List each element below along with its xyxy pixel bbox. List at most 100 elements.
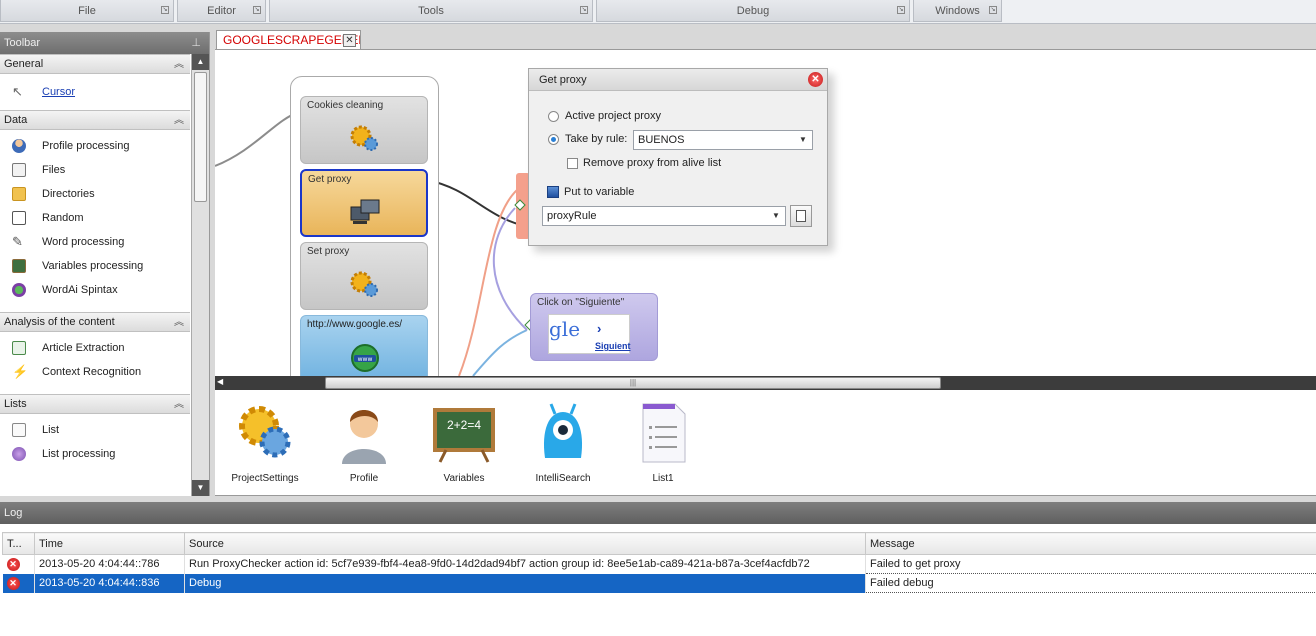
close-tab-icon[interactable]: ✕ xyxy=(343,34,356,47)
item-label: Random xyxy=(42,212,84,224)
launcher-icon[interactable]: ↘ xyxy=(161,6,169,14)
chevron-down-icon[interactable]: ▼ xyxy=(769,207,783,225)
collapse-icon[interactable]: ︽ xyxy=(174,313,184,332)
col-source[interactable]: Source xyxy=(184,532,866,555)
copy-button[interactable] xyxy=(790,205,812,227)
ribbon-group-file[interactable]: File ↘ xyxy=(0,0,174,22)
page-preview: gle › Siguient xyxy=(548,314,631,354)
ribbon-group-debug[interactable]: Debug ↘ xyxy=(596,0,910,22)
dialog-title: Get proxy xyxy=(539,74,587,86)
block-label: Cookies cleaning xyxy=(307,100,384,111)
ribbon-tools-label: Tools xyxy=(418,5,444,17)
resource-label: ProjectSettings xyxy=(231,473,299,484)
scroll-down-icon[interactable]: ▼ xyxy=(192,480,209,496)
toolbar-item-cursor[interactable]: ↖ Cursor xyxy=(0,80,190,104)
launcher-icon[interactable]: ↘ xyxy=(580,6,588,14)
chevron-down-icon[interactable]: ▼ xyxy=(796,131,810,149)
section-title: Analysis of the content xyxy=(4,316,115,328)
col-type[interactable]: T... xyxy=(2,532,35,555)
item-label: Variables processing xyxy=(42,260,144,272)
save-icon[interactable] xyxy=(547,186,559,198)
radio-rule-label: Take by rule: xyxy=(565,133,628,145)
block-label: Get proxy xyxy=(308,174,352,185)
collapse-icon[interactable]: ︽ xyxy=(174,111,184,130)
siguiente-link: Siguient xyxy=(595,341,631,351)
close-icon[interactable]: ✕ xyxy=(808,72,823,87)
cursor-icon: ↖ xyxy=(12,84,23,99)
toolbar-scrollbar[interactable]: ▲ ▼ xyxy=(191,54,209,496)
cursor-link[interactable]: Cursor xyxy=(42,86,75,98)
col-time[interactable]: Time xyxy=(34,532,185,555)
log-row[interactable]: ✕ 2013-05-20 4:04:44::786 Run ProxyCheck… xyxy=(2,554,1316,574)
log-time: 2013-05-20 4:04:44::786 xyxy=(34,554,185,574)
block-set-proxy[interactable]: Set proxy xyxy=(300,242,428,310)
variable-select[interactable]: proxyRule ▼ xyxy=(542,206,786,226)
scroll-up-icon[interactable]: ▲ xyxy=(192,54,209,70)
person-icon xyxy=(12,139,26,153)
remove-proxy-checkbox[interactable] xyxy=(567,158,578,169)
toolbar-panel: Toolbar ⊥ General ︽ ↖ Cursor Data ︽ Profile … xyxy=(0,32,210,496)
col-message[interactable]: Message xyxy=(865,532,1316,555)
log-header-row: T... Time Source Message xyxy=(2,532,1316,555)
canvas-hscrollbar[interactable]: ◀ ||| xyxy=(215,376,1316,390)
toolbar-item-list-processing[interactable]: List processing xyxy=(0,442,190,466)
section-general-header[interactable]: General ︽ xyxy=(0,54,190,74)
ribbon: File ↘ Editor ↘ Tools ↘ Debug ↘ Windows ↘ xyxy=(0,0,1316,24)
launcher-icon[interactable]: ↘ xyxy=(897,6,905,14)
pin-icon[interactable]: ⊥ xyxy=(191,32,201,54)
tab-project[interactable]: GOOGLESCRAPEGENERATOR✕ xyxy=(216,30,361,50)
globe-icon: www xyxy=(351,344,379,372)
ribbon-group-windows[interactable]: Windows ↘ xyxy=(913,0,1002,22)
log-row-selected[interactable]: ✕ 2013-05-20 4:04:44::836 Debug Failed d… xyxy=(2,573,1316,593)
toolbar-item-profile-processing[interactable]: Profile processing xyxy=(0,134,190,158)
toolbar-item-context-recognition[interactable]: ⚡ Context Recognition xyxy=(0,360,190,384)
toolbar-item-list[interactable]: List xyxy=(0,418,190,442)
resource-label: Profile xyxy=(349,473,379,484)
toolbar-item-directories[interactable]: Directories xyxy=(0,182,190,206)
block-get-proxy[interactable]: Get proxy xyxy=(300,169,428,237)
section-lists-header[interactable]: Lists ︽ xyxy=(0,394,190,414)
item-label: List processing xyxy=(42,448,116,460)
chevron-right-icon: › xyxy=(597,321,602,336)
get-proxy-dialog: Get proxy ✕ Active project proxy Take by … xyxy=(528,68,828,246)
ribbon-group-editor[interactable]: Editor ↘ xyxy=(177,0,266,22)
collapse-icon[interactable]: ︽ xyxy=(174,395,184,414)
folder-icon xyxy=(12,187,26,201)
google-logo-fragment: gle xyxy=(549,317,581,341)
resource-list1[interactable]: List1 xyxy=(613,400,713,484)
section-analysis-header[interactable]: Analysis of the content ︽ xyxy=(0,312,190,332)
toolbar-title: Toolbar ⊥ xyxy=(0,32,209,54)
resource-variables[interactable]: 2+2=4 Variables xyxy=(414,400,514,484)
toolbar-item-article-extraction[interactable]: Article Extraction xyxy=(0,336,190,360)
launcher-icon[interactable]: ↘ xyxy=(253,6,261,14)
toolbar-item-variables-processing[interactable]: Variables processing xyxy=(0,254,190,278)
block-navigate-url[interactable]: http://www.google.es/ www xyxy=(300,315,428,376)
toolbar-item-word-processing[interactable]: ✎ Word processing xyxy=(0,230,190,254)
toolbar-item-files[interactable]: Files xyxy=(0,158,190,182)
log-message: Failed to get proxy xyxy=(865,554,1316,574)
block-cookies-cleaning[interactable]: Cookies cleaning xyxy=(300,96,428,164)
log-title: Log xyxy=(0,502,1316,524)
dialog-titlebar[interactable]: Get proxy ✕ xyxy=(529,69,827,91)
rule-select[interactable]: BUENOS ▼ xyxy=(633,130,813,150)
scroll-left-icon[interactable]: ◀ xyxy=(217,377,223,386)
resource-project-settings[interactable]: ProjectSettings xyxy=(215,400,315,484)
section-data-header[interactable]: Data ︽ xyxy=(0,110,190,130)
ribbon-group-tools[interactable]: Tools ↘ xyxy=(269,0,593,22)
error-icon: ✕ xyxy=(6,557,20,571)
item-label: List xyxy=(42,424,60,436)
chalkboard-icon xyxy=(433,408,495,463)
collapse-icon[interactable]: ︽ xyxy=(174,55,184,74)
toolbar-item-wordai-spintax[interactable]: WordAi Spintax xyxy=(0,278,190,302)
toolbar-item-random[interactable]: Random xyxy=(0,206,190,230)
block-click-siguiente[interactable]: Click on "Siguiente" gle › Siguient xyxy=(530,293,658,361)
radio-active-project-proxy[interactable] xyxy=(548,111,559,122)
resource-intellisearch[interactable]: IntelliSearch xyxy=(513,400,613,484)
scrollbar-thumb[interactable] xyxy=(194,72,207,202)
hscroll-thumb[interactable]: ||| xyxy=(325,377,941,389)
variable-select-value: proxyRule xyxy=(547,210,597,222)
launcher-icon[interactable]: ↘ xyxy=(989,6,997,14)
radio-take-by-rule[interactable] xyxy=(548,134,559,145)
svg-text:www: www xyxy=(358,356,373,363)
resource-profile[interactable]: Profile xyxy=(314,400,414,484)
